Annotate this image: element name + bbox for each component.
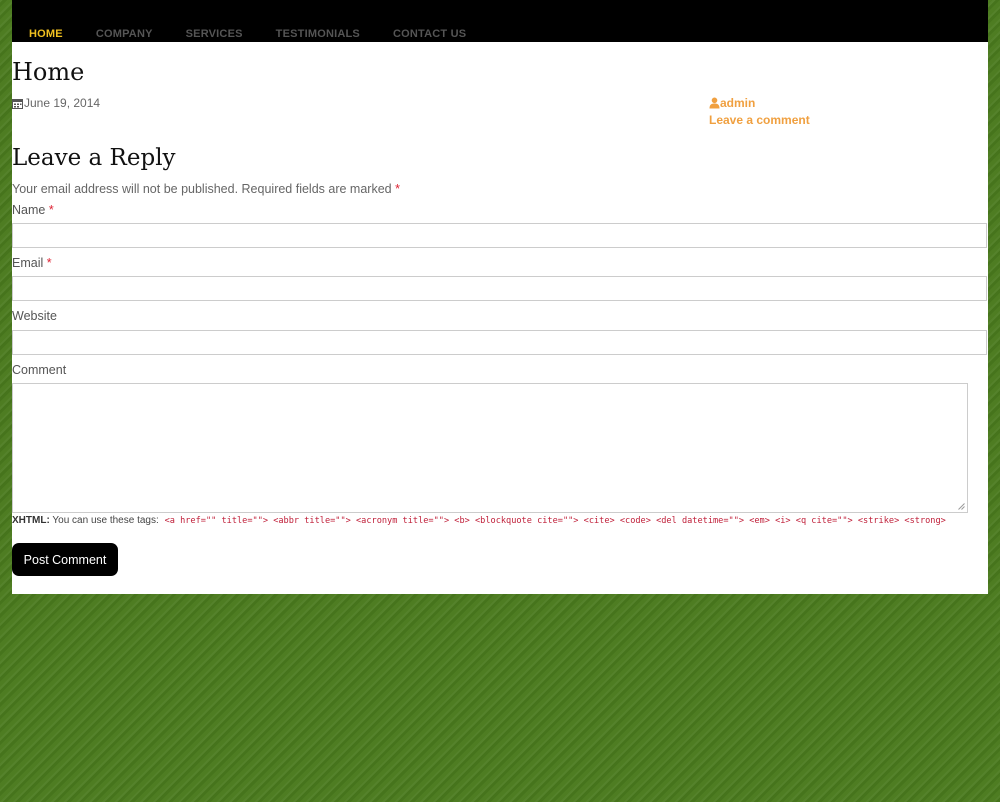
allowed-tags-list: <a href="" title=""> <abbr title=""> <ac…: [164, 516, 946, 526]
website-label-text: Website: [12, 309, 57, 323]
website-label: Website: [12, 309, 57, 323]
nav-item-company[interactable]: COMPANY: [96, 28, 153, 40]
post-author-name: admin: [720, 96, 756, 110]
post-date: June 19, 2014: [12, 96, 100, 110]
required-mark: *: [395, 182, 400, 196]
post-author-link[interactable]: admin: [709, 96, 755, 110]
comment-notes-text: Your email address will not be published…: [12, 182, 392, 196]
user-icon: [709, 97, 720, 109]
name-label: Name *: [12, 203, 54, 217]
post-comment-button[interactable]: Post Comment: [12, 543, 118, 576]
resize-grip-icon[interactable]: [958, 503, 965, 510]
reply-title: Leave a Reply: [12, 145, 176, 171]
leave-comment-link[interactable]: Leave a comment: [709, 113, 810, 127]
xhtml-label: XHTML:: [12, 515, 50, 526]
xhtml-text: You can use these tags:: [52, 515, 159, 526]
allowed-tags-note: XHTML: You can use these tags: <a href="…: [12, 515, 946, 526]
post-date-text: June 19, 2014: [24, 96, 101, 110]
nav-item-contact-us[interactable]: CONTACT US: [393, 28, 466, 40]
page-title: Home: [12, 58, 85, 86]
required-mark: *: [48, 203, 54, 217]
email-label: Email *: [12, 256, 52, 270]
website-field[interactable]: [12, 330, 987, 355]
email-field[interactable]: [12, 276, 987, 301]
nav-item-testimonials[interactable]: TESTIMONIALS: [276, 28, 360, 40]
name-field[interactable]: [12, 223, 987, 248]
comment-notes: Your email address will not be published…: [12, 182, 400, 196]
email-label-text: Email: [12, 256, 44, 270]
comment-label-text: Comment: [12, 363, 67, 377]
calendar-icon: [12, 98, 23, 109]
nav-item-home[interactable]: HOME: [29, 28, 63, 40]
top-navigation: HOME COMPANY SERVICES TESTIMONIALS CONTA…: [12, 0, 988, 42]
required-mark: *: [46, 256, 52, 270]
name-label-text: Name: [12, 203, 46, 217]
main-content: Home June 19, 2014 admin Leave a comment…: [12, 42, 988, 594]
nav-menu: HOME COMPANY SERVICES TESTIMONIALS CONTA…: [29, 28, 499, 40]
comment-label: Comment: [12, 363, 66, 377]
nav-item-services[interactable]: SERVICES: [186, 28, 243, 40]
comment-textarea[interactable]: [12, 383, 968, 513]
